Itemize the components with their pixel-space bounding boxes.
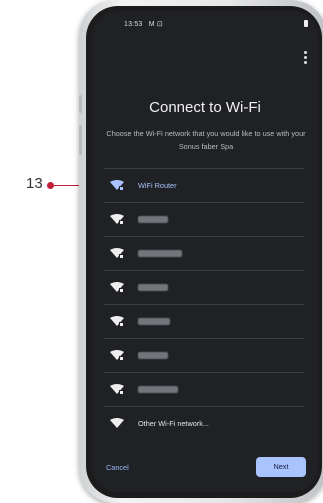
network-label: Other Wi-Fi network... bbox=[138, 419, 209, 428]
wifi-lock-icon bbox=[110, 214, 124, 224]
status-indicators: M ⊡ bbox=[148, 21, 163, 28]
status-bar: 13:53 M ⊡ bbox=[124, 20, 163, 28]
callout-number: 13 bbox=[26, 175, 43, 192]
wifi-lock-icon bbox=[110, 248, 124, 258]
network-label-blurred bbox=[138, 352, 168, 359]
network-label-blurred bbox=[138, 216, 168, 223]
network-item[interactable] bbox=[104, 202, 304, 236]
page-title: Connect to Wi-Fi bbox=[149, 99, 261, 116]
battery-icon bbox=[304, 20, 308, 27]
wifi-icon bbox=[110, 418, 124, 428]
network-label-blurred bbox=[138, 386, 178, 393]
page-subtitle: Choose the Wi-Fi network that you would … bbox=[106, 129, 306, 151]
network-list: WiFi Router Other Wi-Fi network... bbox=[104, 168, 304, 440]
status-time: 13:53 bbox=[124, 21, 143, 28]
side-button-top bbox=[79, 95, 82, 113]
overflow-menu-icon[interactable] bbox=[304, 51, 307, 66]
cancel-button[interactable]: Cancel bbox=[106, 463, 129, 472]
network-item-other[interactable]: Other Wi-Fi network... bbox=[104, 406, 304, 440]
next-button[interactable]: Next bbox=[256, 457, 306, 477]
phone-screen: 13:53 M ⊡ Connect to Wi-Fi Choose the Wi… bbox=[92, 11, 318, 492]
network-item[interactable] bbox=[104, 270, 304, 304]
network-label: WiFi Router bbox=[138, 181, 177, 190]
network-label-blurred bbox=[138, 318, 170, 325]
side-button-bottom bbox=[79, 125, 82, 155]
network-item[interactable] bbox=[104, 338, 304, 372]
wifi-lock-icon bbox=[110, 282, 124, 292]
network-item[interactable] bbox=[104, 304, 304, 338]
network-item[interactable] bbox=[104, 372, 304, 406]
network-item-selected[interactable]: WiFi Router bbox=[104, 168, 304, 202]
network-label-blurred bbox=[138, 250, 182, 257]
wifi-lock-icon bbox=[110, 384, 124, 394]
wifi-lock-icon bbox=[110, 350, 124, 360]
wifi-lock-icon bbox=[110, 180, 124, 190]
network-item[interactable] bbox=[104, 236, 304, 270]
network-label-blurred bbox=[138, 284, 168, 291]
wifi-lock-icon bbox=[110, 316, 124, 326]
